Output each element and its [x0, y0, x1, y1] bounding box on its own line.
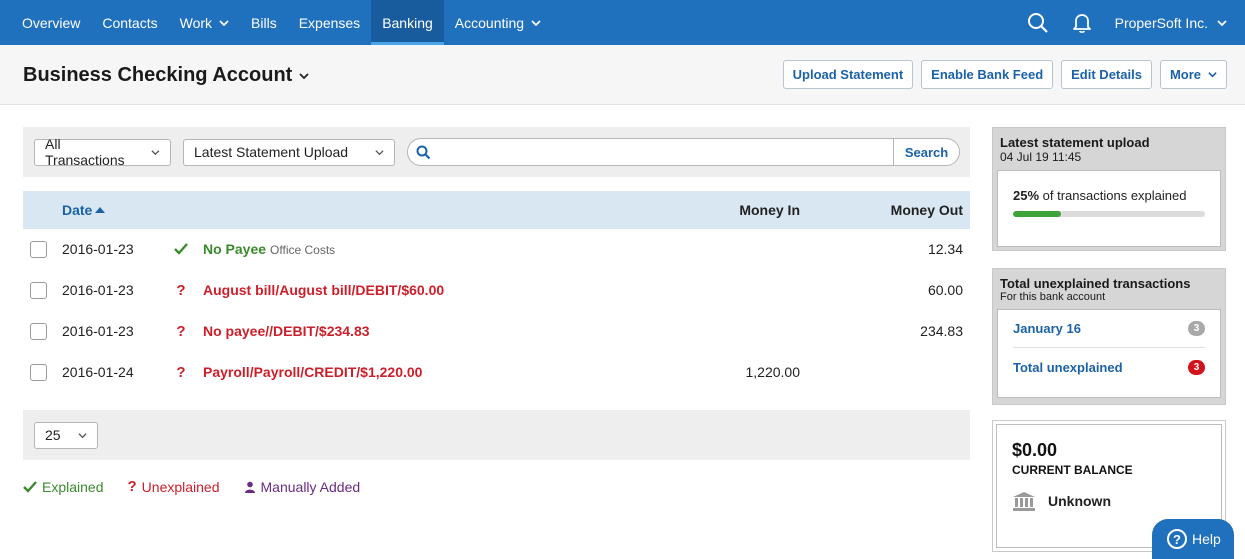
statement-datetime: 04 Jul 19 11:45 — [1000, 150, 1082, 164]
unexplained-month-link[interactable]: January 16 3 — [1013, 310, 1205, 348]
check-icon — [23, 480, 37, 493]
chevron-down-icon — [219, 19, 229, 26]
help-icon: ? — [1167, 529, 1187, 549]
card-title: Latest statement upload — [1000, 135, 1150, 150]
search-input[interactable] — [438, 139, 893, 165]
current-balance-amount: $0.00 — [1012, 440, 1058, 460]
nav-item-overview[interactable]: Overview — [11, 0, 91, 45]
chevron-down-icon — [151, 149, 160, 155]
header-actions: Upload Statement Enable Bank Feed Edit D… — [775, 60, 1227, 89]
row-date: 2016-01-23 — [62, 241, 134, 257]
sort-ascending-icon — [95, 207, 106, 213]
org-switcher[interactable]: ProperSoft Inc. — [1115, 15, 1227, 31]
row-money-out: 60.00 — [927, 282, 963, 298]
per-page-select[interactable]: 25 — [34, 421, 98, 449]
edit-details-button[interactable]: Edit Details — [1061, 60, 1152, 89]
card-subtitle: For this bank account — [1000, 291, 1106, 303]
row-checkbox[interactable] — [30, 364, 47, 381]
table-row: 2016-01-24 ? Payroll/Payroll/CREDIT/$1,2… — [23, 352, 970, 393]
search-button[interactable]: Search — [893, 139, 959, 165]
nav-item-bills[interactable]: Bills — [240, 0, 288, 45]
table-row: 2016-01-23 ? No payee//DEBIT/$234.83 234… — [23, 311, 970, 352]
table-row: 2016-01-23 ? August bill/August bill/DEB… — [23, 270, 970, 311]
upload-statement-button[interactable]: Upload Statement — [782, 60, 914, 89]
total-unexplained-link[interactable]: Total unexplained 3 — [1013, 348, 1205, 386]
date-range-select[interactable]: Latest Statement Upload — [183, 138, 395, 166]
row-money-in: 1,220.00 — [745, 364, 801, 380]
table-row: 2016-01-23 No Payee Office Costs 12.34 — [23, 229, 970, 270]
row-description[interactable]: No Payee Office Costs — [203, 241, 335, 257]
money-in-column-header: Money In — [739, 202, 800, 218]
row-money-out: 12.34 — [927, 241, 963, 257]
row-description[interactable]: No payee//DEBIT/$234.83 — [203, 323, 370, 339]
current-balance-label: CURRENT BALANCE — [1012, 463, 1133, 477]
count-badge: 3 — [1188, 359, 1205, 375]
question-icon: ? — [176, 281, 186, 299]
status-legend: Explained ? Unexplained Manually Added — [23, 478, 970, 495]
date-column-header[interactable]: Date — [62, 202, 106, 218]
legend-explained: Explained — [23, 479, 104, 495]
bank-info: Unknown — [1012, 491, 1206, 511]
nav-item-contacts[interactable]: Contacts — [91, 0, 168, 45]
card-title: Total unexplained transactions — [1000, 276, 1191, 291]
top-nav: Overview Contacts Work Bills Expenses Ba… — [0, 0, 1245, 45]
nav-right: ProperSoft Inc. — [1027, 0, 1245, 45]
search-icon — [408, 145, 438, 160]
table-header: Date Money In Money Out — [23, 191, 970, 229]
nav-menu: Overview Contacts Work Bills Expenses Ba… — [0, 0, 552, 45]
account-title[interactable]: Business Checking Account — [23, 64, 309, 87]
row-category: Office Costs — [270, 243, 336, 257]
row-date: 2016-01-24 — [62, 364, 134, 380]
chevron-down-icon — [375, 149, 384, 155]
chevron-down-icon — [299, 72, 309, 79]
row-money-out: 234.83 — [920, 323, 963, 339]
title-bar: Business Checking Account Upload Stateme… — [0, 45, 1245, 105]
explained-progress-bar — [1013, 211, 1205, 217]
row-checkbox[interactable] — [30, 241, 47, 258]
question-icon: ? — [176, 363, 186, 381]
row-date: 2016-01-23 — [62, 282, 134, 298]
nav-item-work[interactable]: Work — [169, 0, 240, 45]
transactions-panel: All Transactions Latest Statement Upload… — [23, 127, 970, 495]
person-icon — [244, 481, 256, 493]
row-checkbox[interactable] — [30, 282, 47, 299]
latest-statement-card: Latest statement upload 04 Jul 19 11:45 … — [992, 127, 1226, 251]
search-icon[interactable] — [1027, 12, 1049, 34]
bell-icon[interactable] — [1071, 12, 1093, 34]
search-box: Search — [407, 138, 960, 166]
row-date: 2016-01-23 — [62, 323, 134, 339]
nav-item-banking[interactable]: Banking — [371, 0, 444, 45]
pagination-bar: 25 — [23, 410, 970, 460]
more-button[interactable]: More — [1159, 60, 1227, 89]
filter-bar: All Transactions Latest Statement Upload… — [23, 127, 970, 177]
check-icon — [174, 240, 188, 258]
question-icon: ? — [176, 322, 186, 340]
money-out-column-header: Money Out — [890, 202, 963, 218]
count-badge: 3 — [1188, 321, 1205, 336]
question-icon: ? — [127, 478, 137, 495]
chevron-down-icon — [1208, 72, 1217, 78]
progress-text: 25% of transactions explained — [1013, 188, 1187, 203]
bank-icon — [1012, 491, 1036, 511]
nav-item-accounting[interactable]: Accounting — [444, 0, 552, 45]
enable-bank-feed-button[interactable]: Enable Bank Feed — [921, 60, 1054, 89]
row-checkbox[interactable] — [30, 323, 47, 340]
chevron-down-icon — [78, 432, 87, 438]
legend-manually-added: Manually Added — [244, 479, 360, 495]
legend-unexplained: ? Unexplained — [127, 478, 220, 495]
nav-item-expenses[interactable]: Expenses — [288, 0, 371, 45]
chevron-down-icon — [531, 19, 541, 26]
chevron-down-icon — [1217, 19, 1227, 26]
transaction-type-select[interactable]: All Transactions — [34, 136, 171, 168]
row-description[interactable]: Payroll/Payroll/CREDIT/$1,220.00 — [203, 364, 422, 380]
row-description[interactable]: August bill/August bill/DEBIT/$60.00 — [203, 282, 444, 298]
help-button[interactable]: ? Help — [1152, 519, 1234, 559]
unexplained-card: Total unexplained transactions For this … — [992, 268, 1226, 405]
progress-fill — [1013, 211, 1061, 217]
